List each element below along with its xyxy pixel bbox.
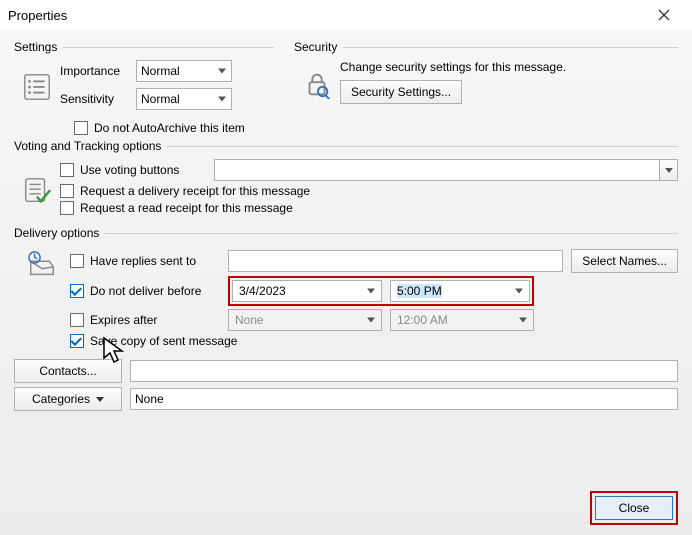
expires-date-combo[interactable]: None <box>228 309 382 331</box>
settings-legend: Settings <box>14 40 63 54</box>
security-legend: Security <box>294 40 343 54</box>
sensitivity-select[interactable]: Normal <box>136 88 232 110</box>
importance-select[interactable]: Normal <box>136 60 232 82</box>
window-close-button[interactable] <box>644 1 684 29</box>
deliver-date-combo[interactable]: 3/4/2023 <box>232 280 382 302</box>
read-receipt-label: Request a read receipt for this message <box>80 201 293 215</box>
voting-icon <box>14 172 60 206</box>
delivery-icon <box>14 246 70 351</box>
settings-group: Settings Importance Normal Sensitivity N… <box>14 40 274 112</box>
titlebar: Properties <box>0 0 692 30</box>
contacts-input[interactable] <box>130 360 678 382</box>
contacts-button[interactable]: Contacts... <box>14 359 122 383</box>
highlight-box-deliver: 3/4/2023 5:00 PM <box>228 276 534 306</box>
security-icon <box>294 65 340 99</box>
select-names-button[interactable]: Select Names... <box>571 249 678 273</box>
close-button[interactable]: Close <box>595 496 673 520</box>
read-receipt-checkbox[interactable] <box>60 201 74 215</box>
chevron-down-icon <box>96 397 104 402</box>
save-copy-checkbox[interactable] <box>70 334 84 348</box>
highlight-box-close: Close <box>590 491 678 525</box>
voting-tracking-group: Voting and Tracking options Use voting b… <box>14 139 678 220</box>
categories-input[interactable] <box>130 388 678 410</box>
close-icon <box>658 9 670 21</box>
replies-label: Have replies sent to <box>90 254 196 268</box>
delivery-receipt-checkbox[interactable] <box>60 184 74 198</box>
delivery-legend: Delivery options <box>14 226 105 240</box>
deliver-date-value: 3/4/2023 <box>239 284 286 298</box>
replies-input[interactable] <box>228 250 563 272</box>
expires-time-value: 12:00 AM <box>397 313 448 327</box>
security-desc: Change security settings for this messag… <box>340 60 678 74</box>
security-settings-button[interactable]: Security Settings... <box>340 80 462 104</box>
voting-buttons-input[interactable] <box>214 159 678 181</box>
save-copy-label: Save copy of sent message <box>90 334 237 348</box>
settings-icon <box>14 68 60 102</box>
categories-button-label: Categories <box>32 392 90 406</box>
voting-buttons-combo[interactable] <box>214 159 678 181</box>
properties-dialog: Properties Settings Importance Normal <box>0 0 692 535</box>
categories-button[interactable]: Categories <box>14 387 122 411</box>
dialog-title: Properties <box>8 8 644 23</box>
expires-checkbox[interactable] <box>70 313 84 327</box>
security-group: Security Change security settings for th… <box>294 40 678 112</box>
replies-checkbox[interactable] <box>70 254 84 268</box>
chevron-down-icon[interactable] <box>659 160 677 180</box>
voting-legend: Voting and Tracking options <box>14 139 167 153</box>
do-not-deliver-label: Do not deliver before <box>90 284 201 298</box>
expires-date-value: None <box>235 313 264 327</box>
deliver-time-combo[interactable]: 5:00 PM <box>390 280 530 302</box>
deliver-time-value: 5:00 PM <box>397 284 442 298</box>
use-voting-label: Use voting buttons <box>80 163 179 177</box>
autoarchive-label: Do not AutoArchive this item <box>94 121 245 135</box>
use-voting-checkbox[interactable] <box>60 163 74 177</box>
do-not-deliver-checkbox[interactable] <box>70 284 84 298</box>
delivery-options-group: Delivery options Have replies sent to Se… <box>14 226 678 353</box>
delivery-receipt-label: Request a delivery receipt for this mess… <box>80 184 310 198</box>
expires-label: Expires after <box>90 313 157 327</box>
importance-label: Importance <box>60 64 130 78</box>
sensitivity-label: Sensitivity <box>60 92 130 106</box>
expires-time-combo[interactable]: 12:00 AM <box>390 309 534 331</box>
autoarchive-checkbox[interactable] <box>74 121 88 135</box>
